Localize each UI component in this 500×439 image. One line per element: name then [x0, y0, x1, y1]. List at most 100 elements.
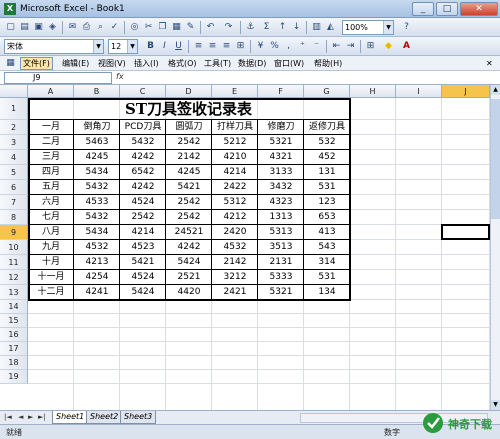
- open-file-icon[interactable]: ▤: [18, 21, 31, 34]
- font-size-combo[interactable]: 12 ▼: [108, 39, 138, 54]
- data-cell[interactable]: 413: [304, 225, 350, 240]
- data-cell[interactable]: 123: [304, 195, 350, 210]
- save-icon[interactable]: ▣: [32, 21, 45, 34]
- font-combo[interactable]: 宋体 ▼: [4, 39, 104, 54]
- data-cell[interactable]: 131: [304, 165, 350, 180]
- close-workbook-icon[interactable]: ✕: [484, 57, 495, 70]
- column-header-h[interactable]: H: [350, 85, 396, 98]
- data-cell[interactable]: 5421: [166, 180, 212, 195]
- format-painter-icon[interactable]: ✎: [184, 21, 197, 34]
- menu-window[interactable]: 窗口(W): [272, 57, 306, 70]
- help-icon[interactable]: ?: [400, 21, 413, 34]
- menu-help[interactable]: 帮助(H): [312, 57, 344, 70]
- minimize-button[interactable]: _: [412, 2, 434, 16]
- data-cell[interactable]: 5434: [74, 225, 120, 240]
- increase-indent-icon[interactable]: ⇥: [344, 40, 357, 53]
- data-cell[interactable]: 2542: [166, 195, 212, 210]
- data-cell[interactable]: 三月: [28, 150, 74, 165]
- chevron-down-icon[interactable]: ▼: [93, 40, 103, 53]
- data-cell[interactable]: 八月: [28, 225, 74, 240]
- row-header-6[interactable]: 6: [0, 180, 28, 195]
- autosum-icon[interactable]: Σ: [260, 21, 273, 34]
- data-cell[interactable]: 2131: [258, 255, 304, 270]
- row-header-15[interactable]: 15: [0, 314, 28, 328]
- data-cell[interactable]: 5463: [74, 135, 120, 150]
- align-left-icon[interactable]: ≡: [192, 40, 205, 53]
- data-cell[interactable]: 2142: [166, 150, 212, 165]
- data-cell[interactable]: 十一月: [28, 270, 74, 285]
- increase-decimal-icon[interactable]: ⁺: [296, 40, 309, 53]
- data-cell[interactable]: 314: [304, 255, 350, 270]
- tab-sheet2[interactable]: Sheet2: [86, 411, 123, 424]
- percent-icon[interactable]: %: [268, 40, 281, 53]
- header-cell[interactable]: 倒角刀: [74, 120, 120, 135]
- decrease-indent-icon[interactable]: ⇤: [330, 40, 343, 53]
- header-cell[interactable]: 打样刀具: [212, 120, 258, 135]
- fill-color-icon[interactable]: ◆: [382, 40, 395, 53]
- new-file-icon[interactable]: ▢: [4, 21, 17, 34]
- data-cell[interactable]: 3513: [258, 240, 304, 255]
- sort-descending-icon[interactable]: ↓: [290, 21, 303, 34]
- drawing-icon[interactable]: ◭: [324, 21, 337, 34]
- data-cell[interactable]: 4420: [166, 285, 212, 300]
- print-icon[interactable]: ⎙: [80, 21, 93, 34]
- row-header-4[interactable]: 4: [0, 150, 28, 165]
- data-cell[interactable]: 2421: [212, 285, 258, 300]
- align-center-icon[interactable]: ≡: [206, 40, 219, 53]
- last-sheet-icon[interactable]: ►|: [38, 413, 46, 421]
- tab-sheet1[interactable]: Sheet1: [52, 411, 89, 424]
- email-icon[interactable]: ✉: [66, 21, 79, 34]
- data-cell[interactable]: 4214: [212, 165, 258, 180]
- chart-wizard-icon[interactable]: ▥: [310, 21, 323, 34]
- data-cell[interactable]: 5321: [258, 285, 304, 300]
- row-header-16[interactable]: 16: [0, 328, 28, 342]
- row-header-5[interactable]: 5: [0, 165, 28, 180]
- merge-center-icon[interactable]: ⊞: [234, 40, 247, 53]
- data-cell[interactable]: 5312: [212, 195, 258, 210]
- row-header-13[interactable]: 13: [0, 285, 28, 300]
- data-cell[interactable]: 4212: [212, 210, 258, 225]
- data-cell[interactable]: 5321: [258, 135, 304, 150]
- menu-file[interactable]: 文件(F): [20, 57, 53, 70]
- align-right-icon[interactable]: ≡: [220, 40, 233, 53]
- redo-icon[interactable]: ↷: [222, 21, 235, 34]
- data-cell[interactable]: 6542: [120, 165, 166, 180]
- header-cell[interactable]: 修磨刀: [258, 120, 304, 135]
- copy-icon[interactable]: ❐: [156, 21, 169, 34]
- next-sheet-icon[interactable]: ►: [28, 413, 33, 421]
- data-cell[interactable]: 452: [304, 150, 350, 165]
- data-cell[interactable]: 3212: [212, 270, 258, 285]
- bold-icon[interactable]: B: [144, 40, 157, 53]
- data-cell[interactable]: 5424: [166, 255, 212, 270]
- vertical-scrollbar[interactable]: ▲ ▼: [490, 85, 500, 410]
- spelling-icon[interactable]: ✓: [108, 21, 121, 34]
- data-cell[interactable]: 2142: [212, 255, 258, 270]
- currency-icon[interactable]: ¥: [254, 40, 267, 53]
- data-cell[interactable]: 4532: [74, 240, 120, 255]
- column-header-e[interactable]: E: [212, 85, 258, 98]
- data-cell[interactable]: 九月: [28, 240, 74, 255]
- data-cell[interactable]: 5432: [120, 135, 166, 150]
- row-header-8[interactable]: 8: [0, 210, 28, 225]
- close-button[interactable]: ✕: [460, 2, 498, 16]
- data-cell[interactable]: 2542: [120, 210, 166, 225]
- data-cell[interactable]: 4242: [120, 180, 166, 195]
- column-header-f[interactable]: F: [258, 85, 304, 98]
- zoom-combo[interactable]: 100% ▼: [342, 20, 394, 35]
- menu-view[interactable]: 视图(V): [96, 57, 128, 70]
- data-cell[interactable]: 531: [304, 270, 350, 285]
- formula-input[interactable]: [130, 72, 496, 84]
- fx-icon[interactable]: fx: [116, 72, 124, 81]
- data-cell[interactable]: 4242: [166, 240, 212, 255]
- row-header-7[interactable]: 7: [0, 195, 28, 210]
- menu-tools[interactable]: 工具(T): [202, 57, 233, 70]
- font-color-icon[interactable]: A: [400, 40, 413, 53]
- data-cell[interactable]: 5432: [74, 210, 120, 225]
- data-cell[interactable]: 4213: [74, 255, 120, 270]
- data-cell[interactable]: 2521: [166, 270, 212, 285]
- hyperlink-icon[interactable]: ⚓: [244, 21, 257, 34]
- column-header-i[interactable]: I: [396, 85, 442, 98]
- column-header-g[interactable]: G: [304, 85, 350, 98]
- scroll-thumb[interactable]: [491, 99, 500, 219]
- data-cell[interactable]: 四月: [28, 165, 74, 180]
